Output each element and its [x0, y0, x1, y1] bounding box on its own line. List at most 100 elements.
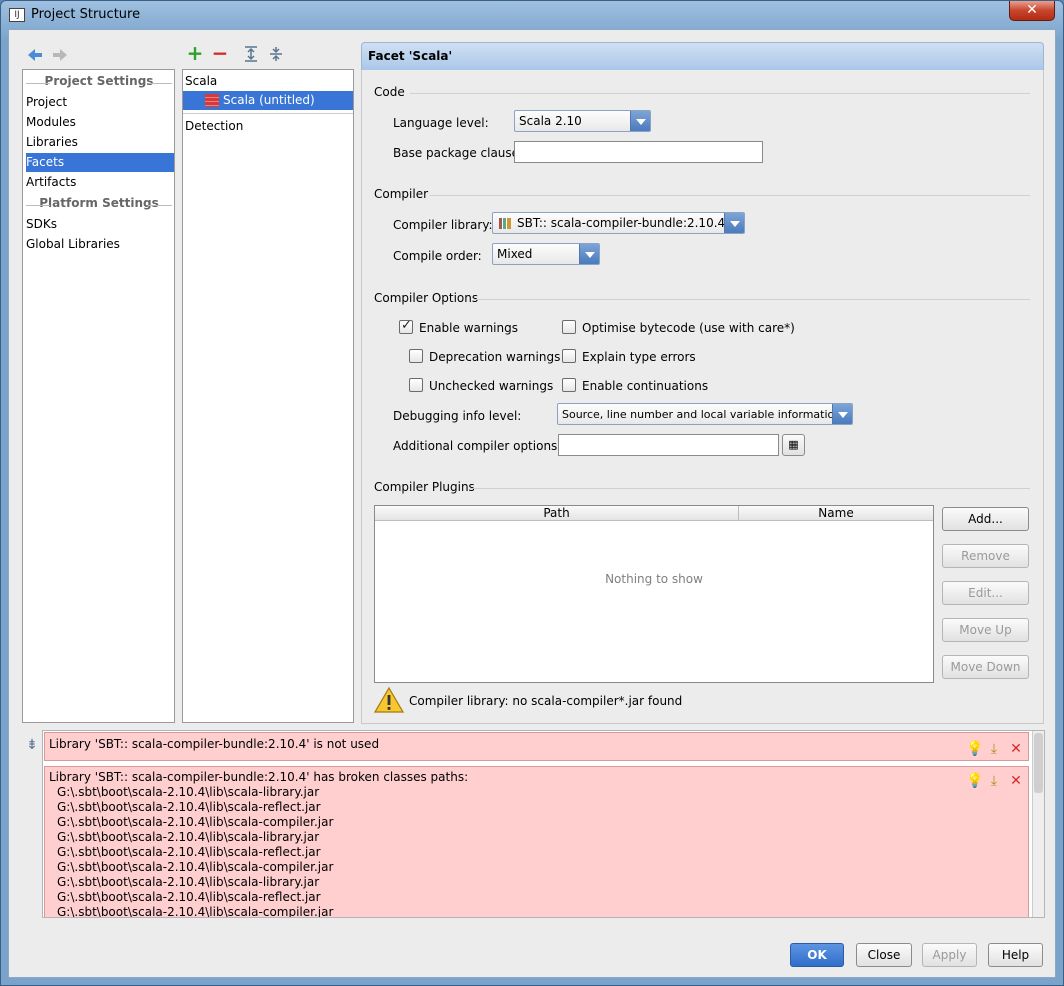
- compiler-library-value: SBT:: scala-compiler-bundle:2.10.4: [517, 216, 726, 230]
- column-header-path[interactable]: Path: [375, 506, 739, 521]
- settings-sidebar: Project Settings Project Modules Librari…: [22, 69, 175, 723]
- compile-order-value: Mixed: [497, 247, 533, 261]
- sidebar-item-facets[interactable]: Facets: [26, 153, 174, 172]
- compiler-group-title: Compiler: [374, 187, 429, 201]
- lightbulb-icon[interactable]: 💡: [966, 773, 983, 789]
- expand-all-icon[interactable]: [242, 45, 260, 63]
- move-up-button[interactable]: Move Up: [942, 618, 1029, 642]
- optimise-bytecode-checkbox[interactable]: [562, 320, 576, 334]
- apply-button[interactable]: Apply: [922, 943, 977, 967]
- additional-options-input[interactable]: [558, 434, 779, 456]
- sidebar-item-sdks[interactable]: SDKs: [26, 215, 174, 234]
- broken-path: G:\.sbt\boot\scala-2.10.4\lib\scala-refl…: [57, 800, 321, 814]
- deprecation-warnings-label: Deprecation warnings: [429, 350, 561, 364]
- debug-level-label: Debugging info level:: [393, 409, 522, 423]
- optimise-bytecode-label: Optimise bytecode (use with care*): [582, 321, 795, 335]
- scrollbar-thumb[interactable]: [1034, 733, 1043, 793]
- compiler-plugins-group: Compiler Plugins: [374, 480, 1034, 494]
- broken-path: G:\.sbt\boot\scala-2.10.4\lib\scala-comp…: [57, 860, 334, 874]
- broken-path: G:\.sbt\boot\scala-2.10.4\lib\scala-libr…: [57, 785, 320, 799]
- lightbulb-icon[interactable]: 💡: [966, 741, 983, 757]
- explain-type-errors-label: Explain type errors: [582, 350, 696, 364]
- broken-path: G:\.sbt\boot\scala-2.10.4\lib\scala-refl…: [57, 890, 321, 904]
- deprecation-warnings-checkbox[interactable]: [409, 349, 423, 363]
- collapse-all-icon[interactable]: [267, 45, 285, 63]
- code-group: Code: [374, 85, 1034, 99]
- additional-options-label: Additional compiler options:: [393, 439, 562, 453]
- library-icon: [499, 218, 511, 229]
- empty-table-text: Nothing to show: [605, 572, 703, 586]
- download-icon[interactable]: ⤓: [986, 773, 1002, 789]
- back-icon[interactable]: [26, 46, 44, 64]
- window-close-button[interactable]: ✕: [1009, 1, 1055, 21]
- platform-settings-header: Platform Settings: [23, 196, 175, 210]
- collapse-problems-icon[interactable]: ⇟: [23, 737, 41, 755]
- compiler-library-select[interactable]: SBT:: scala-compiler-bundle:2.10.4: [492, 212, 745, 234]
- unchecked-warnings-label: Unchecked warnings: [429, 379, 554, 393]
- language-level-select[interactable]: Scala 2.10: [514, 110, 651, 132]
- language-level-label: Language level:: [393, 116, 489, 130]
- forward-icon: [53, 49, 67, 61]
- remove-plugin-button[interactable]: Remove: [942, 544, 1029, 568]
- debug-level-select[interactable]: Source, line number and local variable i…: [557, 403, 853, 425]
- enable-continuations-checkbox[interactable]: [562, 378, 576, 392]
- chevron-down-icon: [630, 111, 650, 131]
- broken-path: G:\.sbt\boot\scala-2.10.4\lib\scala-comp…: [57, 905, 334, 918]
- broken-path: G:\.sbt\boot\scala-2.10.4\lib\scala-libr…: [57, 830, 320, 844]
- problem-item[interactable]: Library 'SBT:: scala-compiler-bundle:2.1…: [44, 732, 1029, 761]
- sidebar-item-artifacts[interactable]: Artifacts: [26, 173, 174, 192]
- tree-item-detection[interactable]: Detection: [185, 117, 333, 136]
- compiler-library-label: Compiler library:: [393, 218, 493, 232]
- app-icon: IJ: [9, 8, 25, 22]
- add-plugin-button[interactable]: Add...: [942, 507, 1029, 531]
- add-icon[interactable]: +: [186, 43, 204, 63]
- project-settings-header: Project Settings: [23, 74, 175, 88]
- language-level-value: Scala 2.10: [519, 114, 582, 128]
- tree-item-scala-untitled[interactable]: Scala (untitled): [183, 91, 353, 110]
- download-icon[interactable]: ⤓: [986, 741, 1002, 757]
- title-bar: IJ Project Structure ✕: [1, 1, 1063, 29]
- scala-facet-icon: [205, 94, 219, 107]
- compiler-group: Compiler: [374, 187, 1034, 201]
- unchecked-warnings-checkbox[interactable]: [409, 378, 423, 392]
- compiler-options-title: Compiler Options: [374, 291, 479, 305]
- edit-text-icon: ▦: [788, 438, 799, 451]
- plugins-table[interactable]: Path Name Nothing to show: [374, 505, 934, 683]
- facet-tree: Scala Scala (untitled) Detection: [182, 69, 354, 723]
- tree-group-scala[interactable]: Scala: [185, 72, 333, 91]
- broken-path: G:\.sbt\boot\scala-2.10.4\lib\scala-libr…: [57, 875, 320, 889]
- problem-text: Library 'SBT:: scala-compiler-bundle:2.1…: [49, 770, 469, 784]
- sidebar-item-libraries[interactable]: Libraries: [26, 133, 174, 152]
- problems-list: Library 'SBT:: scala-compiler-bundle:2.1…: [42, 730, 1045, 918]
- move-down-button[interactable]: Move Down: [942, 655, 1029, 679]
- edit-plugin-button[interactable]: Edit...: [942, 581, 1029, 605]
- explain-type-errors-checkbox[interactable]: [562, 349, 576, 363]
- tree-divider: [183, 113, 353, 114]
- chevron-down-icon: [724, 213, 744, 233]
- compile-order-label: Compile order:: [393, 249, 482, 263]
- problem-item[interactable]: Library 'SBT:: scala-compiler-bundle:2.1…: [44, 766, 1029, 918]
- remove-icon[interactable]: −: [211, 43, 229, 63]
- help-button[interactable]: Help: [988, 943, 1043, 967]
- close-button[interactable]: Close: [856, 943, 912, 967]
- column-header-name[interactable]: Name: [739, 506, 933, 521]
- sidebar-item-project[interactable]: Project: [26, 93, 174, 112]
- compile-order-select[interactable]: Mixed: [492, 243, 600, 265]
- expand-options-button[interactable]: ▦: [782, 434, 805, 456]
- ok-button[interactable]: OK: [790, 943, 844, 967]
- close-icon[interactable]: ✕: [1008, 773, 1024, 789]
- broken-path: G:\.sbt\boot\scala-2.10.4\lib\scala-refl…: [57, 845, 321, 859]
- close-icon[interactable]: ✕: [1008, 741, 1024, 757]
- sidebar-item-global-libraries[interactable]: Global Libraries: [26, 235, 174, 254]
- enable-warnings-checkbox[interactable]: [399, 318, 413, 334]
- base-package-label: Base package clause:: [393, 146, 524, 160]
- problems-scrollbar[interactable]: [1032, 731, 1044, 917]
- problem-text: Library 'SBT:: scala-compiler-bundle:2.1…: [49, 737, 380, 751]
- compiler-options-group: Compiler Options: [374, 291, 1034, 305]
- warning-icon: [374, 686, 404, 713]
- dialog-client: + − Project Settings Project Modules Lib…: [8, 29, 1056, 978]
- base-package-input[interactable]: [514, 141, 763, 163]
- facet-editor: Code Language level: Scala 2.10 Base pac…: [361, 70, 1044, 724]
- sidebar-item-modules[interactable]: Modules: [26, 113, 174, 132]
- tree-item-label: Scala (untitled): [223, 93, 315, 107]
